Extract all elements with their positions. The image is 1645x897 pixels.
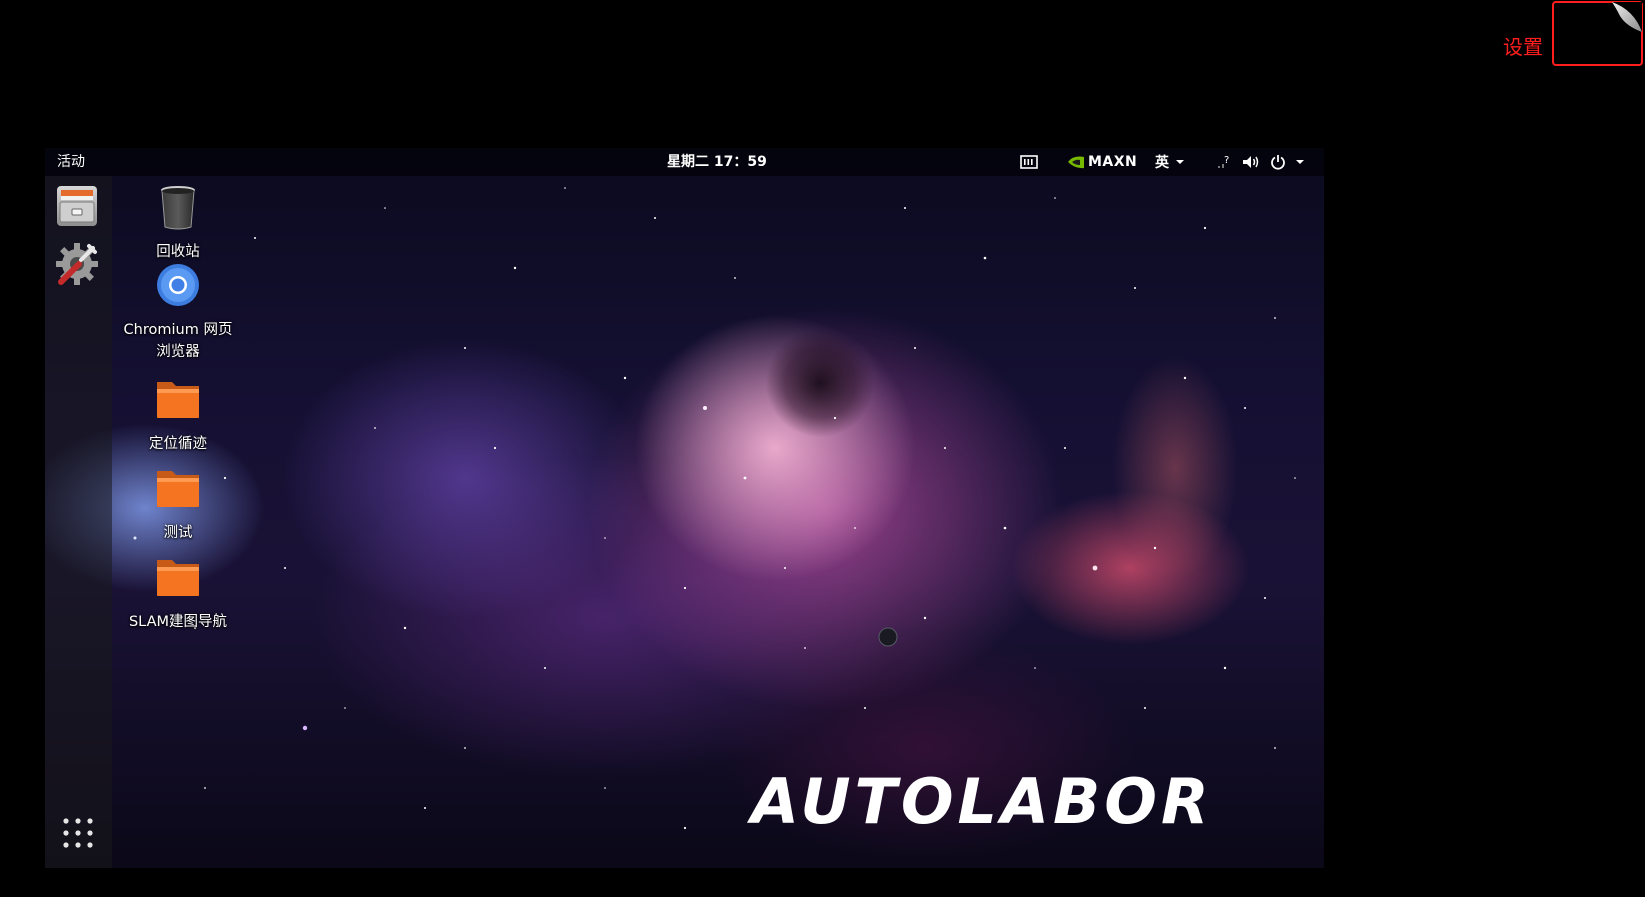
power-mode-label: MAXN <box>1088 154 1138 170</box>
wallpaper-stars <box>133 187 1296 830</box>
desktop-icon-trash[interactable]: 回收站 <box>123 182 233 263</box>
desktop-icon-label: 测试 <box>163 525 193 541</box>
system-monitor-icon <box>1020 155 1038 169</box>
chevron-down-icon <box>1176 160 1184 164</box>
desktop-icon-label: 定位循迹 <box>149 436 207 452</box>
system-tools-icon[interactable] <box>53 240 101 288</box>
clock-button[interactable]: 星期二 17：59 <box>667 152 767 172</box>
chevron-down-icon <box>1296 160 1304 164</box>
activities-button[interactable]: 活动 <box>57 152 85 172</box>
desktop[interactable]: 活动 星期二 17：59 MAXN 英 ? 回收站 Chromium 网页浏览器… <box>45 148 1324 868</box>
input-method-label: 英 <box>1155 155 1169 171</box>
dock <box>45 176 112 868</box>
network-unknown-icon: ? <box>1218 155 1229 168</box>
desktop-icon-label: SLAM建图导航 <box>128 614 228 630</box>
nvidia-icon <box>1068 156 1084 169</box>
nvidia-power-mode[interactable]: MAXN <box>1067 151 1137 173</box>
app-grid-icon[interactable] <box>61 816 95 850</box>
folder-icon <box>157 382 199 418</box>
desktop-icon-chromium[interactable]: Chromium 网页浏览器 <box>123 260 233 363</box>
system-status-menu[interactable]: ? <box>1215 151 1307 173</box>
page-curl-icon[interactable] <box>1612 2 1642 32</box>
power-icon <box>1271 155 1285 170</box>
chromium-icon <box>157 264 199 306</box>
desktop-icon-folder-localization[interactable]: 定位循迹 <box>123 374 233 455</box>
wallpaper-logo-text: AUTOLABOR <box>746 765 1213 833</box>
folder-icon <box>157 560 199 596</box>
volume-icon <box>1243 156 1259 168</box>
desktop-icon-folder-slam[interactable]: SLAM建图导航 <box>123 552 233 633</box>
annotation-label: 设置 <box>1503 35 1543 59</box>
trash-icon <box>161 186 195 230</box>
system-monitor-indicator[interactable] <box>1020 151 1038 173</box>
folder-icon <box>157 471 199 507</box>
wallpaper-logo: AUTOLABOR <box>746 765 1213 833</box>
desktop-icon-folder-test[interactable]: 测试 <box>123 463 233 544</box>
screen: 设置 活动 星期二 17：59 MAXN 英 ? 回收站 Chromium 网页… <box>0 0 1645 897</box>
svg-text:?: ? <box>1224 155 1229 166</box>
top-bar: 活动 星期二 17：59 MAXN 英 ? <box>45 148 1324 176</box>
desktop-icon-label: Chromium 网页浏览器 <box>123 322 233 360</box>
file-manager-icon[interactable] <box>53 182 101 230</box>
input-method-menu[interactable]: 英 <box>1155 151 1187 173</box>
